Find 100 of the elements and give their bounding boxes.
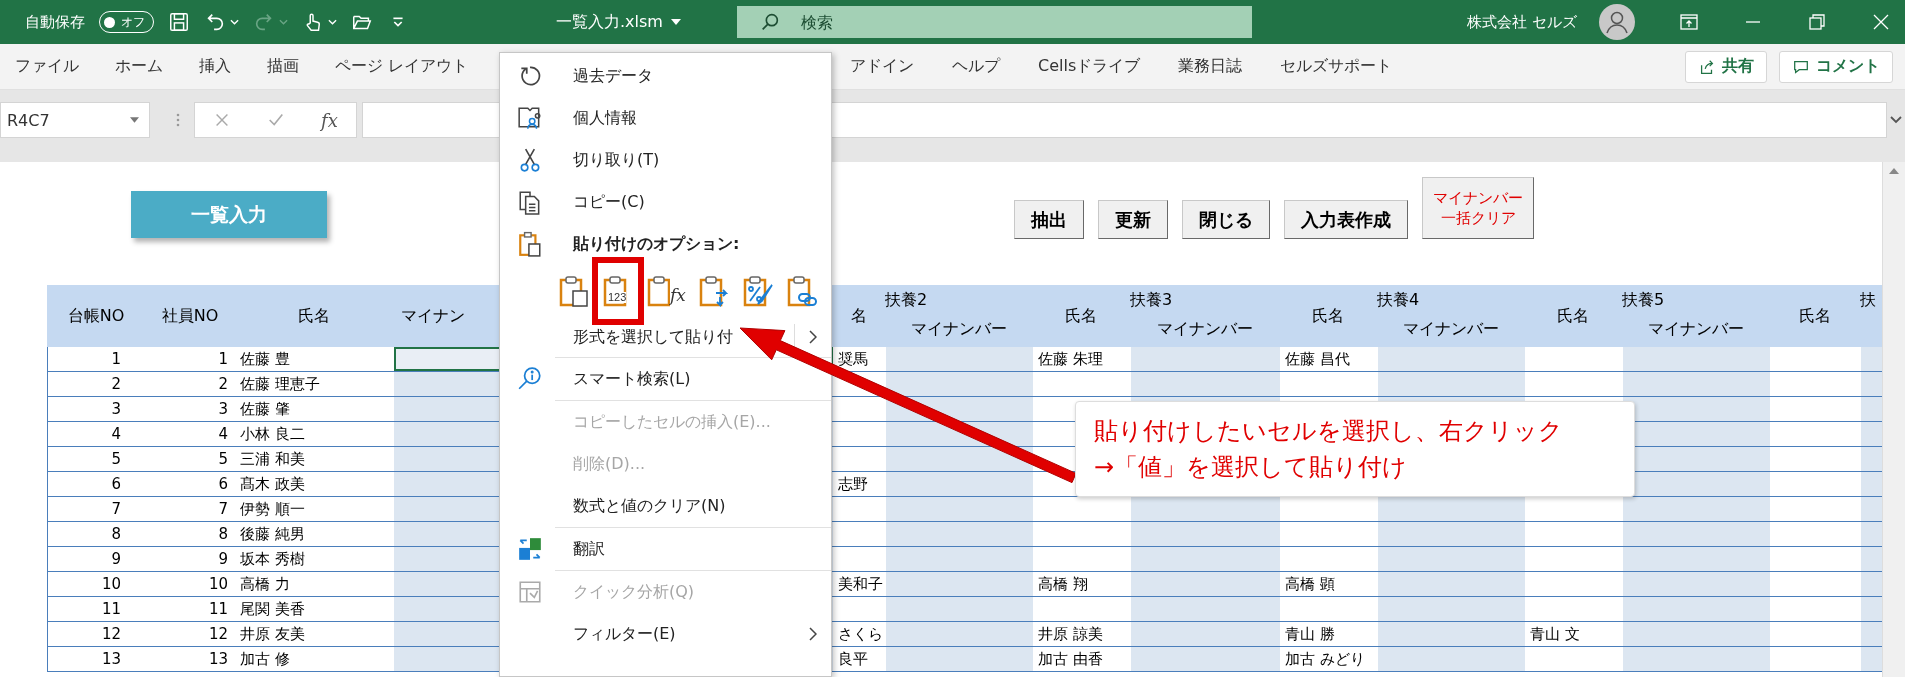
menu-item[interactable]: 翻訳 [500,528,831,570]
name-box[interactable]: R4C7 [0,102,150,138]
table-cell: 8 [48,522,146,547]
ribbon-tab[interactable]: ページ レイアウト [335,56,469,77]
menu-item[interactable]: 数式と値のクリア(N) [500,485,831,527]
column-header: 氏名 [1312,305,1344,327]
macro-button[interactable]: 抽出 [1014,200,1084,239]
paste-option-button[interactable] [558,275,590,307]
column-header: マイナンバー [909,319,1008,340]
paste-option-button[interactable] [741,275,774,307]
table-cell: 5 [146,447,236,472]
comment-button[interactable]: コメント [1779,50,1893,83]
column-header: 氏名 [1798,305,1831,327]
table-cell [1861,647,1883,672]
table-cell: 3 [48,397,146,422]
group-header: 扶 [1860,290,1877,311]
ribbon-tab[interactable]: アドイン [850,56,914,77]
table-cell: 13 [48,647,146,672]
share-button[interactable]: 共有 [1685,50,1767,83]
avatar-icon[interactable] [1599,4,1635,40]
table-cell [1861,472,1883,497]
clipboard-icon [785,275,818,307]
column-header: 氏名 [1065,305,1097,327]
table-cell: 4 [146,422,236,447]
menu-item[interactable]: スマート検索(L) [500,358,831,400]
macro-button[interactable]: 更新 [1098,200,1168,239]
table-cell [1861,422,1883,447]
save-icon[interactable] [168,11,190,33]
search-input[interactable]: 検索 [798,11,1103,33]
clipboard-icon [741,275,774,307]
ribbon-tab[interactable]: 業務日誌 [1178,56,1243,77]
group-header: 扶養2 [885,290,929,311]
menu-item[interactable]: 切り取り(T) [500,139,831,181]
ribbon-tab[interactable]: ファイル [15,56,79,77]
column-header: 氏名 [1557,305,1589,327]
account-name: 株式会社 セルズ [1467,12,1577,32]
table-cell: 1 [146,347,236,372]
callout-text: 貼り付けしたいセルを選択し、右クリック →「値」を選択して貼り付け [1075,401,1635,497]
table-cell [1861,572,1883,597]
ribbon-display-icon[interactable] [1679,12,1699,32]
book-person-icon [517,105,543,131]
table-cell: 2 [146,372,236,397]
clipboard-icon [697,275,730,307]
paste-option-button[interactable]: fx [646,275,686,307]
macro-button[interactable]: 閉じる [1182,200,1270,239]
menu-item[interactable]: 過去データ [500,55,831,97]
column-header: 氏名 [298,305,330,327]
ribbon-tab[interactable]: ヘルプ [952,56,1000,77]
table-cell [1861,497,1883,522]
scroll-up-icon[interactable] [1889,168,1899,174]
translate-icon [517,536,543,562]
ribbon-tab[interactable]: 描画 [267,56,299,77]
paste-option-button[interactable] [697,275,730,307]
clipboard-icon [558,275,590,307]
file-name-button[interactable]: 一覧入力.xlsm [550,10,687,34]
table-cell: 7 [48,497,146,522]
clipboard-icon [517,231,543,257]
table-cell: 6 [48,472,146,497]
table-cell [1861,622,1883,647]
ribbon-tab[interactable]: Cellsドライブ [1038,56,1141,77]
paste-option-button[interactable]: 123 [592,257,644,325]
table-cell: 11 [48,597,146,622]
macro-button[interactable]: マイナンバー 一括クリア [1422,177,1534,239]
table-cell: 5 [48,447,146,472]
table-cell: 2 [48,372,146,397]
expand-icon[interactable] [1890,116,1902,124]
table-cell [1861,522,1883,547]
table-cell: 8 [146,522,236,547]
menu-item[interactable]: 個人情報 [500,97,831,139]
table-cell: 13 [146,647,236,672]
column-header: 社員NO [161,305,219,327]
column-header: 台帳NO [67,305,125,327]
table-cell [1861,372,1883,397]
table-cell [1861,347,1883,372]
caret-icon [130,117,139,123]
table-cell: 1 [48,347,146,372]
table-cell: 11 [146,597,236,622]
menu-item[interactable]: フィルター(E) [500,613,831,655]
autosave-label: 自動保存 [25,12,85,32]
insert-function-button[interactable]: fx [321,109,338,131]
ribbon-tab[interactable]: ホーム [115,56,163,77]
ribbon-tab[interactable]: 挿入 [199,56,231,77]
ribbon-tab[interactable]: セルズサポート [1280,56,1393,77]
table-cell: 9 [48,547,146,572]
table-cell: 12 [146,622,236,647]
table-cell: 4 [48,422,146,447]
cancel-icon[interactable] [213,111,231,129]
table-cell [1861,397,1883,422]
scrollbar[interactable] [1882,162,1905,677]
group-header: 扶養4 [1377,290,1421,311]
more-icon[interactable] [176,112,180,128]
restore-icon[interactable] [1807,12,1827,32]
macro-button[interactable]: 入力表作成 [1284,200,1408,239]
close-icon[interactable] [1871,12,1891,32]
table-cell: 9 [146,547,236,572]
paste-option-button[interactable] [785,275,818,307]
table-cell: 10 [48,572,146,597]
menu-item[interactable]: コピー(C) [500,181,831,223]
caret-icon [670,19,681,25]
search-field[interactable]: 検索 [736,6,1252,38]
